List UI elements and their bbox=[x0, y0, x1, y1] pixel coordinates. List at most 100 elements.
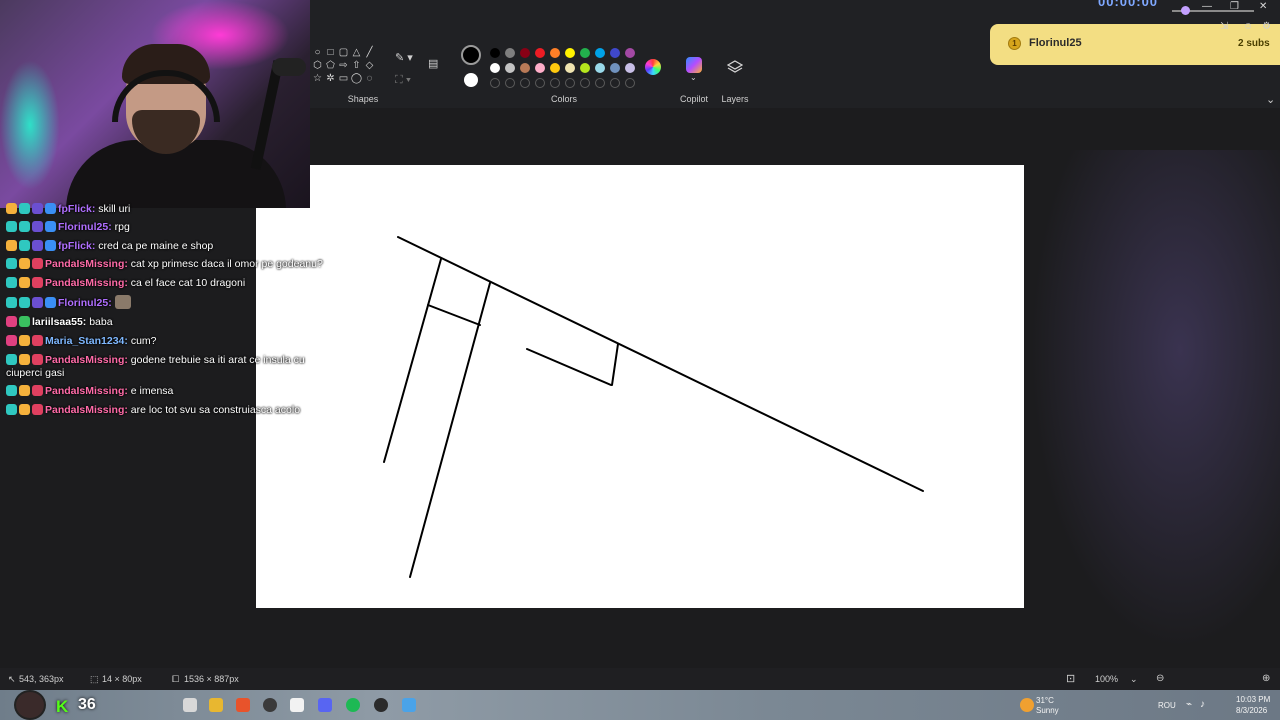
up-arrow-shape-icon[interactable]: ⇧ bbox=[350, 59, 363, 72]
zoom-in-icon[interactable]: ⊕ bbox=[1262, 673, 1270, 684]
copilot-icon[interactable] bbox=[686, 57, 702, 73]
stream-timer: 00:00:00 bbox=[1098, 0, 1159, 9]
custom-color-slot[interactable] bbox=[550, 78, 560, 88]
oval-callout-shape-icon[interactable]: ◯ bbox=[350, 72, 363, 85]
color-swatch[interactable] bbox=[565, 48, 575, 58]
volume-icon[interactable]: ♪ bbox=[1200, 699, 1205, 710]
chat-message: Florinul25: rpg bbox=[6, 221, 130, 234]
star-six-shape-icon[interactable]: ✲ bbox=[324, 72, 337, 85]
color-swatch[interactable] bbox=[535, 63, 545, 73]
shape-fill-icon[interactable]: ⛶ ▾ bbox=[395, 74, 411, 86]
diamond-shape-icon[interactable]: ◇ bbox=[363, 59, 376, 72]
color-swatch[interactable] bbox=[490, 63, 500, 73]
secondary-color-swatch[interactable] bbox=[464, 73, 478, 87]
color-swatch[interactable] bbox=[625, 48, 635, 58]
color-swatch[interactable] bbox=[535, 48, 545, 58]
crown-badge-icon bbox=[19, 385, 30, 396]
chat-message: PandaIsMissing: godene trebuie sa iti ar… bbox=[6, 354, 305, 367]
custom-color-slot[interactable] bbox=[595, 78, 605, 88]
stroke-long-diagonal bbox=[397, 236, 924, 492]
sub-badge-icon bbox=[6, 297, 17, 308]
store-icon[interactable] bbox=[290, 698, 304, 712]
fit-to-window-icon[interactable]: ⊡ bbox=[1066, 672, 1075, 685]
edit-colors-icon[interactable] bbox=[645, 59, 661, 75]
discord-icon[interactable] bbox=[318, 698, 332, 712]
custom-color-slot[interactable] bbox=[520, 78, 530, 88]
share-icon[interactable]: ⇲ bbox=[1220, 21, 1228, 33]
callout-shape-icon[interactable]: ▭ bbox=[337, 72, 350, 85]
colors-group-label: Colors bbox=[550, 94, 577, 104]
hexagon-shape-icon[interactable]: ⬡ bbox=[311, 59, 324, 72]
outline-icon[interactable]: ✎ ▾ bbox=[395, 52, 413, 64]
spotify-icon[interactable] bbox=[346, 698, 360, 712]
star-shape-icon[interactable]: ☆ bbox=[311, 72, 324, 85]
sub-badge-icon bbox=[6, 404, 17, 415]
settings-gear-icon[interactable]: ⚙ bbox=[1262, 21, 1271, 33]
color-swatch[interactable] bbox=[595, 63, 605, 73]
custom-color-slot[interactable] bbox=[610, 78, 620, 88]
taskview-icon[interactable] bbox=[183, 698, 197, 712]
color-swatch[interactable] bbox=[490, 48, 500, 58]
fill-icon[interactable]: ▤ bbox=[428, 58, 438, 70]
color-swatch[interactable] bbox=[550, 48, 560, 58]
right-arrow-shape-icon[interactable]: ⇨ bbox=[337, 59, 350, 72]
clock-date[interactable]: 8/3/2026 bbox=[1236, 706, 1267, 715]
color-swatch[interactable] bbox=[505, 48, 515, 58]
color-swatch[interactable] bbox=[625, 63, 635, 73]
pentagon-shape-icon[interactable]: ⬠ bbox=[324, 59, 337, 72]
custom-color-slot[interactable] bbox=[505, 78, 515, 88]
color-swatch[interactable] bbox=[520, 63, 530, 73]
zoom-dropdown-chevron-icon[interactable]: ⌄ bbox=[1130, 674, 1138, 685]
canvas-drawing[interactable] bbox=[256, 165, 1024, 608]
sword-badge-icon bbox=[32, 277, 43, 288]
color-swatch[interactable] bbox=[505, 63, 515, 73]
copilot-chevron-icon[interactable]: ⌄ bbox=[690, 72, 697, 84]
cloud-callout-shape-icon[interactable]: ◌ bbox=[363, 72, 376, 85]
color-swatch[interactable] bbox=[610, 48, 620, 58]
color-swatch[interactable] bbox=[595, 48, 605, 58]
rounded-rectangle-shape-icon[interactable]: ▢ bbox=[337, 46, 350, 59]
color-swatch[interactable] bbox=[580, 48, 590, 58]
color-palette[interactable] bbox=[488, 46, 638, 91]
color-swatch[interactable] bbox=[550, 63, 560, 73]
color-swatch[interactable] bbox=[580, 63, 590, 73]
rectangle-shape-icon[interactable]: □ bbox=[324, 46, 337, 59]
chat-message: fpFlick: skill uri bbox=[6, 203, 130, 216]
obs-icon[interactable] bbox=[263, 698, 277, 712]
network-icon[interactable]: ⌁ bbox=[1186, 699, 1192, 710]
layers-icon[interactable] bbox=[727, 59, 743, 75]
zoom-slider-thumb[interactable] bbox=[1181, 6, 1190, 15]
crown-badge-icon bbox=[19, 354, 30, 365]
oval-shape-icon[interactable]: ○ bbox=[311, 46, 324, 59]
stroke-crossbar bbox=[427, 304, 481, 326]
crown-badge-icon bbox=[19, 277, 30, 288]
primary-color-swatch[interactable] bbox=[461, 45, 481, 65]
streamdeck-icon[interactable] bbox=[374, 698, 388, 712]
custom-color-slot[interactable] bbox=[625, 78, 635, 88]
custom-color-slot[interactable] bbox=[535, 78, 545, 88]
custom-color-slot[interactable] bbox=[490, 78, 500, 88]
color-swatch[interactable] bbox=[565, 63, 575, 73]
brave-browser-icon[interactable] bbox=[236, 698, 250, 712]
sub-tier-icon: 1 bbox=[1008, 37, 1021, 50]
triangle-shape-icon[interactable]: △ bbox=[350, 46, 363, 59]
account-icon[interactable]: ☺ bbox=[1243, 21, 1253, 33]
sword-badge-icon bbox=[32, 354, 43, 365]
language-indicator[interactable]: ROU bbox=[1158, 701, 1176, 710]
zoom-dropdown[interactable]: 100% bbox=[1095, 674, 1118, 684]
close-icon[interactable]: ✕ bbox=[1259, 1, 1267, 12]
zoom-out-icon[interactable]: ⊖ bbox=[1156, 673, 1164, 684]
paint-icon[interactable] bbox=[402, 698, 416, 712]
weather-icon[interactable] bbox=[1020, 698, 1034, 712]
ribbon-collapse-icon[interactable]: ⌄ bbox=[1266, 94, 1275, 106]
line-shape-icon[interactable]: ╱ bbox=[363, 46, 376, 59]
prime-badge-icon bbox=[45, 297, 56, 308]
color-swatch[interactable] bbox=[520, 48, 530, 58]
color-swatch[interactable] bbox=[610, 63, 620, 73]
vip-badge-icon bbox=[32, 203, 43, 214]
shapes-gallery[interactable]: ○ □ ▢ △ ╱ ⬡ ⬠ ⇨ ⇧ ◇ ☆ ✲ ▭ ◯ ◌ bbox=[311, 46, 377, 86]
custom-color-slot[interactable] bbox=[580, 78, 590, 88]
custom-color-slot[interactable] bbox=[565, 78, 575, 88]
clock-time[interactable]: 10:03 PM bbox=[1236, 695, 1270, 704]
file-explorer-icon[interactable] bbox=[209, 698, 223, 712]
